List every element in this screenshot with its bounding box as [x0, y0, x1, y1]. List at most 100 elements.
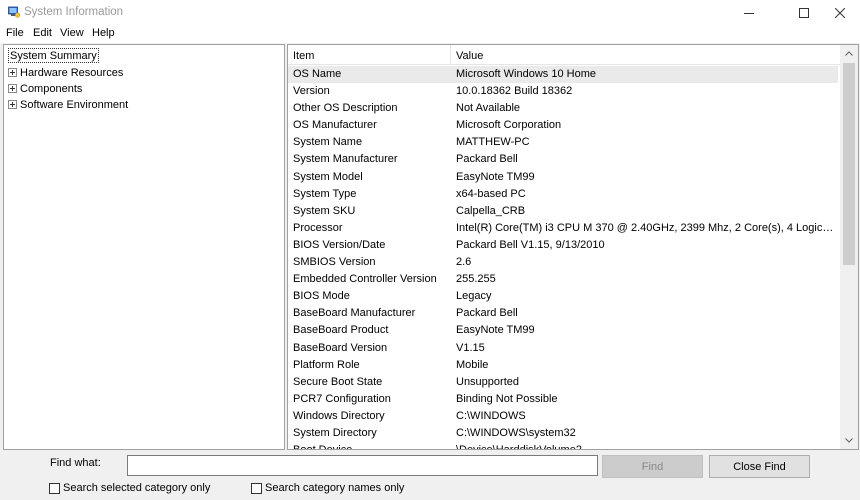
cell-value: x64-based PC	[456, 187, 526, 200]
cell-item: SMBIOS Version	[293, 256, 376, 269]
cell-item: BaseBoard Version	[293, 341, 388, 354]
table-row[interactable]: SMBIOS Version 2.6	[288, 254, 838, 271]
search-category-names-checkbox[interactable]: Search category names only	[251, 482, 404, 494]
cell-value: 255.255	[456, 273, 496, 286]
checkbox-box[interactable]	[49, 482, 60, 494]
cell-item: OS Manufacturer	[293, 119, 377, 132]
plus-expander-icon[interactable]	[8, 100, 17, 109]
table-row[interactable]: System Name MATTHEW-PC	[288, 134, 838, 151]
cell-value: C:\WINDOWS\system32	[456, 426, 576, 439]
find-what-input[interactable]	[127, 455, 598, 476]
scrollbar-thumb[interactable]	[843, 63, 855, 265]
list-rows: OS Name Microsoft Windows 10 Home Version 1…	[288, 66, 838, 449]
cell-item: BaseBoard Product	[293, 324, 389, 337]
cell-value: Binding Not Possible	[456, 392, 558, 405]
table-row[interactable]: OS Manufacturer Microsoft Corporation	[288, 117, 838, 134]
chevron-up-icon[interactable]	[840, 45, 858, 62]
close-icon	[834, 7, 845, 18]
tree-item-software-environment[interactable]: Software Environment	[8, 97, 128, 112]
cell-value: MATTHEW-PC	[456, 136, 530, 149]
tree-item-components[interactable]: Components	[8, 81, 82, 96]
cell-item: Windows Directory	[293, 409, 385, 422]
tree-item-label: Software Environment	[20, 98, 129, 111]
menu-view[interactable]: View	[60, 27, 84, 39]
system-information-icon	[8, 6, 21, 18]
table-row[interactable]: OS Name Microsoft Windows 10 Home	[288, 66, 838, 84]
find-button[interactable]: Find	[602, 455, 703, 478]
menu-help[interactable]: Help	[92, 27, 115, 39]
checkbox-box[interactable]	[251, 482, 262, 494]
cell-item: Embedded Controller Version	[293, 273, 437, 286]
table-row[interactable]: Secure Boot State Unsupported	[288, 374, 838, 391]
cell-value: 10.0.18362 Build 18362	[456, 85, 573, 98]
table-row[interactable]: Boot Device \Device\HarddiskVolume2	[288, 442, 838, 449]
cell-item: BIOS Mode	[293, 290, 350, 303]
table-row[interactable]: PCR7 Configuration Binding Not Possible	[288, 391, 838, 408]
cell-value: Intel(R) Core(TM) i3 CPU M 370 @ 2.40GHz…	[456, 221, 834, 234]
title-bar: System Information	[0, 0, 860, 25]
tree-item-system-summary[interactable]: System Summary	[8, 48, 99, 63]
cell-item: System Model	[293, 170, 363, 183]
menu-edit[interactable]: Edit	[33, 27, 52, 39]
column-header-item[interactable]: Item	[293, 50, 314, 62]
cell-item: OS Name	[293, 68, 342, 80]
tree-item-label: Components	[20, 82, 83, 95]
column-header-value[interactable]: Value	[456, 50, 483, 62]
table-row[interactable]: Other OS Description Not Available	[288, 100, 838, 117]
close-find-button[interactable]: Close Find	[709, 455, 810, 478]
tree-item-hardware-resources[interactable]: Hardware Resources	[8, 65, 123, 80]
list-header: Item Value	[288, 45, 840, 65]
cell-value: Microsoft Corporation	[456, 119, 562, 132]
cell-value: Packard Bell	[456, 153, 518, 166]
table-row[interactable]: BaseBoard Version V1.15	[288, 340, 838, 357]
tree-item-label: Hardware Resources	[20, 66, 124, 79]
table-row[interactable]: Version 10.0.18362 Build 18362	[288, 83, 838, 100]
menu-file[interactable]: File	[6, 27, 24, 39]
cell-value: \Device\HarddiskVolume2	[456, 444, 834, 449]
cell-value: EasyNote TM99	[456, 324, 535, 337]
table-row[interactable]: BaseBoard Manufacturer Packard Bell	[288, 305, 838, 322]
cell-item: Processor	[293, 221, 343, 234]
cell-item: Platform Role	[293, 358, 360, 371]
cell-item: System Type	[293, 187, 357, 200]
cell-item: BIOS Version/Date	[293, 238, 386, 251]
table-row[interactable]: System Type x64-based PC	[288, 186, 838, 203]
close-button[interactable]	[817, 0, 860, 25]
category-tree[interactable]: System Summary Hardware Resources Compon…	[3, 44, 285, 450]
minimize-button[interactable]	[726, 0, 771, 25]
table-row[interactable]: System SKU Calpella_CRB	[288, 203, 838, 220]
cell-item: System SKU	[293, 204, 356, 217]
table-row[interactable]: Embedded Controller Version 255.255	[288, 271, 838, 288]
table-row[interactable]: Windows Directory C:\WINDOWS	[288, 408, 838, 425]
plus-expander-icon[interactable]	[8, 84, 17, 93]
cell-item: Boot Device	[293, 444, 352, 449]
cell-value: EasyNote TM99	[456, 170, 535, 183]
table-row[interactable]: Processor Intel(R) Core(TM) i3 CPU M 370 …	[288, 220, 838, 237]
table-row[interactable]: Platform Role Mobile	[288, 357, 838, 374]
cell-value: C:\WINDOWS	[456, 409, 526, 422]
maximize-icon	[798, 7, 809, 18]
menu-bar: File Edit View Help	[0, 25, 860, 43]
table-row[interactable]: System Model EasyNote TM99	[288, 169, 838, 186]
window-title: System Information	[24, 6, 124, 18]
chevron-down-icon[interactable]	[840, 432, 858, 449]
table-row[interactable]: System Manufacturer Packard Bell	[288, 151, 838, 168]
cell-item: PCR7 Configuration	[293, 392, 391, 405]
details-list[interactable]: Item Value OS Name Microsoft Windows 10 H…	[287, 44, 859, 450]
table-row[interactable]: System Directory C:\WINDOWS\system32	[288, 425, 838, 442]
vertical-scrollbar[interactable]	[840, 45, 858, 449]
checkbox-label: Search selected category only	[63, 482, 211, 494]
cell-value: V1.15	[456, 341, 485, 354]
cell-item: System Directory	[293, 426, 377, 439]
table-row[interactable]: BIOS Version/Date Packard Bell V1.15, 9/1…	[288, 237, 838, 254]
cell-value: Not Available	[456, 102, 521, 115]
table-row[interactable]: BIOS Mode Legacy	[288, 288, 838, 305]
checkbox-label: Search category names only	[265, 482, 405, 494]
plus-expander-icon[interactable]	[8, 68, 17, 77]
find-what-label: Find what:	[50, 457, 101, 469]
table-row[interactable]: BaseBoard Product EasyNote TM99	[288, 322, 838, 339]
cell-item: Secure Boot State	[293, 375, 383, 388]
cell-item: Version	[293, 85, 330, 98]
column-divider[interactable]	[450, 45, 451, 65]
search-selected-category-checkbox[interactable]: Search selected category only	[49, 482, 210, 494]
